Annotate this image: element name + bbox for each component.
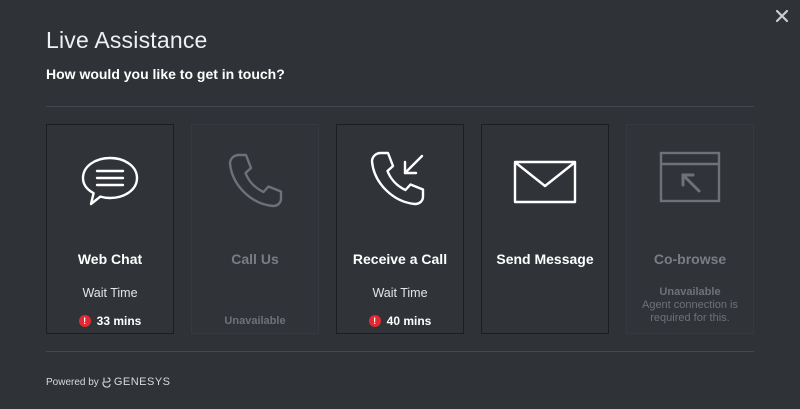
receive-call-card[interactable]: Receive a Call Wait Time ! 40 mins [336, 124, 464, 334]
phone-icon [228, 153, 283, 208]
page-subtitle: How would you like to get in touch? [46, 66, 285, 82]
alert-icon: ! [368, 315, 381, 327]
card-label: Web Chat [77, 251, 143, 267]
card-label: Send Message [496, 251, 594, 267]
wait-time-value: ! 40 mins [337, 314, 463, 328]
wait-time-label: Wait Time [372, 286, 428, 300]
powered-by: Powered by GENESYS [46, 376, 171, 388]
page-title: Live Assistance [46, 27, 208, 53]
divider-top [46, 106, 754, 107]
status-text: Unavailable [224, 315, 286, 327]
divider-bottom [46, 351, 754, 352]
live-assistance-panel: Live Assistance How would you like to ge… [0, 0, 800, 409]
card-label: Co-browse [653, 251, 727, 267]
alert-icon: ! [78, 315, 91, 327]
wait-time-value: ! 33 mins [47, 314, 173, 328]
envelope-icon [513, 160, 577, 204]
channel-cards: Web Chat Wait Time ! 33 mins Call Us Una… [46, 124, 754, 334]
card-label: Receive a Call [352, 251, 448, 267]
wait-time-label: Wait Time [82, 286, 138, 300]
close-icon[interactable] [774, 8, 790, 24]
incoming-call-icon [370, 151, 425, 206]
powered-by-text: Powered by [46, 376, 99, 388]
status-note: Agent connection is required for this. [641, 299, 738, 324]
web-chat-card[interactable]: Web Chat Wait Time ! 33 mins [46, 124, 174, 334]
send-message-card[interactable]: Send Message [481, 124, 609, 334]
card-label: Call Us [231, 251, 279, 267]
genesys-logo-icon [102, 376, 111, 388]
status-text: Unavailable [659, 286, 721, 298]
call-us-card: Call Us Unavailable [191, 124, 319, 334]
wait-time-text: 33 mins [96, 314, 142, 328]
chat-bubble-icon [81, 156, 139, 206]
genesys-brand: GENESYS [113, 376, 171, 388]
cobrowse-icon [659, 151, 721, 203]
cobrowse-card: Co-browse Unavailable Agent connection i… [626, 124, 754, 334]
wait-time-text: 40 mins [386, 314, 432, 328]
